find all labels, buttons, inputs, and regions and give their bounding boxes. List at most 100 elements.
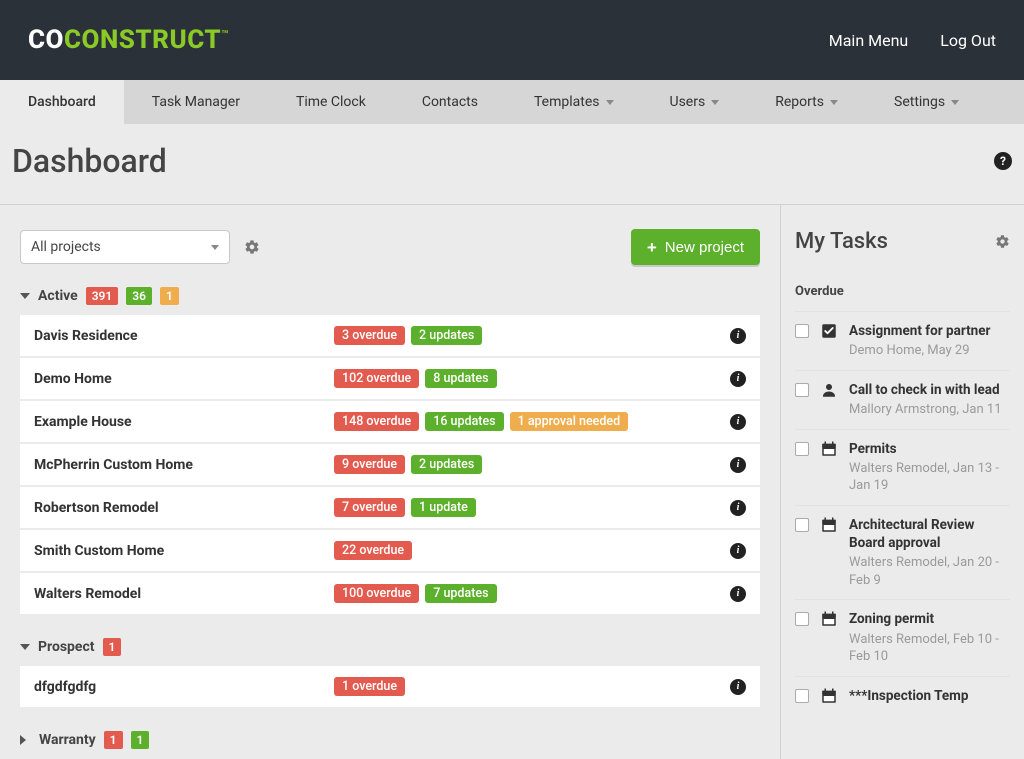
task-row[interactable]: Assignment for partnerDemo Home, May 29 — [795, 311, 1010, 370]
task-body: ***Inspection Temp — [849, 687, 1010, 705]
overdue-pill: 100 overdue — [334, 584, 419, 603]
projects-column: All projects + New project Active 391 36… — [0, 204, 780, 759]
main-menu-link[interactable]: Main Menu — [829, 31, 908, 50]
project-row[interactable]: dfgdfgdfg1 overduei — [20, 666, 760, 707]
project-badges: 9 overdue 2 updates — [334, 455, 720, 474]
project-row[interactable]: Example House 148 overdue 16 updates 1 appr… — [20, 401, 760, 442]
new-project-button[interactable]: + New project — [631, 229, 760, 265]
tab-contacts[interactable]: Contacts — [394, 80, 506, 124]
task-title: Call to check in with lead — [849, 381, 1010, 399]
chevron-right-icon — [20, 735, 31, 745]
badge-red: 1 — [103, 638, 122, 656]
top-links: Main Menu Log Out — [829, 31, 996, 50]
updates-pill: 2 updates — [411, 455, 482, 474]
chevron-down-icon — [951, 100, 959, 105]
tab-reports[interactable]: Reports — [747, 80, 866, 124]
tab-users[interactable]: Users — [642, 80, 748, 124]
info-icon[interactable]: i — [730, 543, 746, 559]
overdue-pill: 148 overdue — [334, 412, 419, 431]
project-filter-label: All projects — [31, 239, 101, 255]
project-badges: 1 overdue — [334, 677, 720, 696]
task-row[interactable]: Architectural Review Board approvalWalte… — [795, 505, 1010, 600]
section-prospect-header[interactable]: Prospect 1 — [20, 638, 760, 656]
section-active-header[interactable]: Active 391 36 1 — [20, 287, 760, 305]
task-body: Assignment for partnerDemo Home, May 29 — [849, 322, 1010, 360]
nav-tabs: Dashboard Task Manager Time Clock ContactsT… — [0, 80, 1024, 124]
project-name: Example House — [34, 414, 324, 430]
info-icon[interactable]: i — [730, 679, 746, 695]
task-subtitle: Mallory Armstrong, Jan 11 — [849, 401, 1010, 419]
overdue-pill: 7 overdue — [334, 498, 405, 517]
task-checkbox[interactable] — [795, 442, 809, 456]
task-row[interactable]: Call to check in with lead Mallory Armstr… — [795, 370, 1010, 429]
calendar-icon — [819, 516, 839, 590]
task-title: Zoning permit — [849, 610, 1010, 628]
project-row[interactable]: Smith Custom Home22 overduei — [20, 530, 760, 571]
task-checkbox[interactable] — [795, 612, 809, 626]
tab-time-clock[interactable]: Time Clock — [268, 80, 394, 124]
gear-icon[interactable] — [995, 234, 1010, 249]
project-badges: 102 overdue8 updates — [334, 369, 720, 388]
tasks-group-label: Overdue — [795, 284, 1010, 299]
chevron-down-icon — [20, 293, 30, 299]
task-body: Zoning permit Walters Remodel, Feb 10 - F… — [849, 610, 1010, 665]
task-row[interactable]: PermitsWalters Remodel, Jan 13 - Jan 19 — [795, 429, 1010, 505]
chevron-down-icon — [20, 644, 30, 650]
gear-icon[interactable] — [244, 239, 260, 255]
tab-dashboard[interactable]: Dashboard — [0, 80, 124, 124]
tab-label: Dashboard — [28, 94, 96, 110]
project-filter-select[interactable]: All projects — [20, 230, 230, 264]
section-warranty-header[interactable]: Warranty 1 1 — [20, 731, 760, 749]
section-prospect-label: Prospect — [38, 639, 95, 655]
overdue-pill: 9 overdue — [334, 455, 405, 474]
calendar-icon — [819, 687, 839, 705]
info-icon[interactable]: i — [730, 457, 746, 473]
updates-pill: 2 updates — [411, 326, 482, 345]
top-bar: COCONSTRUCT™ Main Menu Log Out — [0, 0, 1024, 80]
info-icon[interactable]: i — [730, 500, 746, 516]
task-row[interactable]: ***Inspection Temp — [795, 676, 1010, 715]
my-tasks-head: My Tasks — [795, 229, 1010, 254]
tab-settings[interactable]: Settings — [866, 80, 987, 124]
task-subtitle: Walters Remodel, Jan 13 - Jan 19 — [849, 460, 1010, 495]
project-badges: 22 overdue — [334, 541, 720, 560]
info-icon[interactable]: i — [730, 586, 746, 602]
calendar-icon — [819, 610, 839, 665]
badge-green: 1 — [131, 731, 150, 749]
task-subtitle: Walters Remodel, Jan 20 - Feb 9 — [849, 554, 1010, 589]
approval-pill: 1 approval needed — [510, 412, 629, 431]
task-body: Architectural Review Board approvalWalte… — [849, 516, 1010, 590]
project-row[interactable]: McPherrin Custom Home9 overdue2 updatesi — [20, 444, 760, 485]
updates-pill: 16 updates — [425, 412, 503, 431]
logo-tm: ™ — [221, 27, 229, 41]
help-icon[interactable]: ? — [994, 152, 1012, 170]
info-icon[interactable]: i — [730, 371, 746, 387]
logo[interactable]: COCONSTRUCT™ — [28, 25, 229, 55]
calendar-icon — [819, 440, 839, 495]
task-checkbox[interactable] — [795, 383, 809, 397]
info-icon[interactable]: i — [730, 328, 746, 344]
my-tasks-column: My Tasks Overdue Assignment for partnerD… — [780, 204, 1024, 759]
project-row[interactable]: Demo Home102 overdue8 updatesi — [20, 358, 760, 399]
task-checkbox[interactable] — [795, 518, 809, 532]
tab-task-manager[interactable]: Task Manager — [124, 80, 268, 124]
project-row[interactable]: Walters Remodel100 overdue7 updatesi — [20, 573, 760, 614]
task-title: Assignment for partner — [849, 322, 1010, 340]
tab-label: Settings — [894, 94, 945, 110]
task-row[interactable]: Zoning permit Walters Remodel, Feb 10 - F… — [795, 599, 1010, 675]
task-title: Architectural Review Board approval — [849, 516, 1010, 552]
chevron-down-icon — [211, 245, 219, 250]
tab-label: Time Clock — [296, 94, 366, 110]
badge-red: 1 — [104, 731, 123, 749]
content: All projects + New project Active 391 36… — [0, 204, 1024, 759]
task-checkbox[interactable] — [795, 324, 809, 338]
info-icon[interactable]: i — [730, 414, 746, 430]
log-out-link[interactable]: Log Out — [940, 31, 996, 50]
task-subtitle: Walters Remodel, Feb 10 - Feb 10 — [849, 631, 1010, 666]
task-checkbox[interactable] — [795, 689, 809, 703]
project-row[interactable]: Davis Residence3 overdue2 updatesi — [20, 315, 760, 356]
project-row[interactable]: Robertson Remodel7 overdue1 updatei — [20, 487, 760, 528]
section-active-label: Active — [38, 288, 78, 304]
project-filter-wrap: All projects — [20, 230, 260, 264]
tab-templates[interactable]: Templates — [506, 80, 642, 124]
